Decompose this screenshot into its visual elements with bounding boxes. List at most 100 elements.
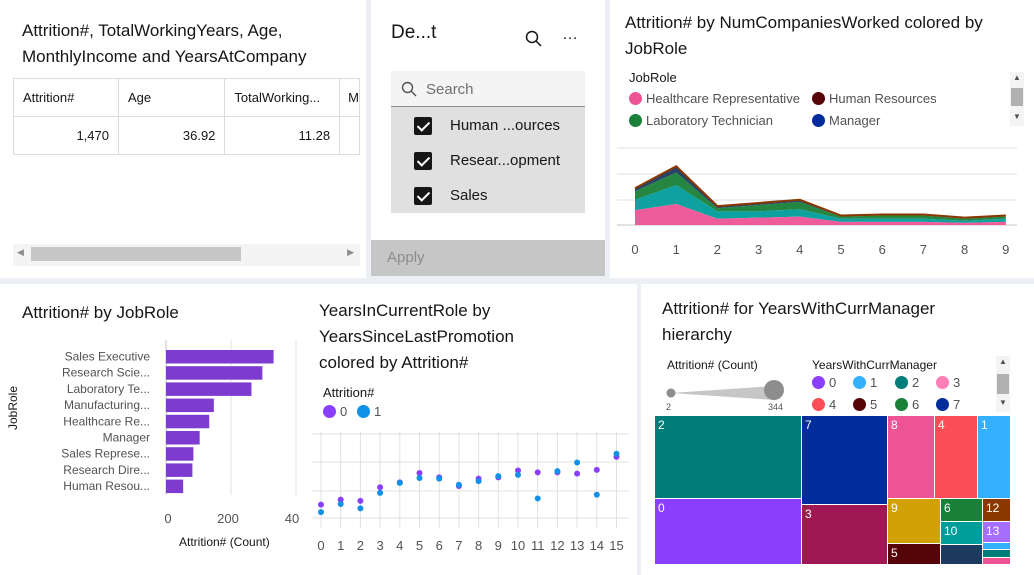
treemap-tile-label: 9 [891,501,898,515]
bar-chart-title: Attrition# by JobRole [22,303,179,322]
scroll-right-icon[interactable]: ▶ [347,247,354,258]
checkbox-research[interactable] [414,152,432,170]
scatter-point [534,469,541,476]
filter-search-box[interactable]: Search [391,71,585,107]
scroll-down-icon[interactable]: ▼ [999,398,1007,407]
scatter-point [495,473,502,480]
treemap-tile-3[interactable]: 3 [802,505,887,564]
legend-scrollbar[interactable]: ▲ ▼ [1010,72,1024,126]
scroll-up-icon[interactable]: ▲ [1013,73,1021,82]
bar-chart: Sales Executive Research Scie... Laborator… [61,340,297,495]
bar-category-label: Human Resou... [63,479,150,493]
table-horizontal-scrollbar[interactable]: ◀ ▶ [13,244,360,266]
filter-item-research[interactable]: Resear...opment [450,152,560,169]
bar-category-label: Manufacturing... [64,398,150,412]
treemap-tile-1[interactable]: 1 [978,416,1010,498]
legend-manager-years-3[interactable]: 3 [936,375,960,390]
scatter-point [475,478,482,485]
scatter-point [613,450,620,457]
treemap-tile-2[interactable]: 2 [655,416,801,498]
col-monthly[interactable]: M [339,78,360,117]
scroll-down-icon[interactable]: ▼ [1013,112,1021,121]
treemap-tile-8[interactable]: 8 [888,416,934,498]
filter-item-sales[interactable]: Sales [450,187,488,204]
scroll-up-icon[interactable]: ▲ [999,357,1007,366]
bar [166,414,210,429]
area-x-tick: 2 [713,242,721,257]
scatter-point [593,466,600,473]
treemap-tile-12[interactable]: 12 [983,499,1010,521]
treemap-tile-label: 2 [658,418,665,432]
bar-category-label: Laboratory Te... [67,382,150,396]
col-total-working[interactable]: TotalWorking... [224,78,341,117]
filter-item-human-resources[interactable]: Human ...ources [450,117,560,134]
scatter-point [377,484,384,491]
treemap-tile-other[interactable] [983,543,1010,549]
cell-attrition: 1,470 [13,116,119,155]
area-x-tick: 4 [796,242,804,257]
size-legend-min: 2 [666,402,672,412]
legend-label: 1 [374,404,382,419]
legend-dot [812,398,825,411]
scrollbar-thumb[interactable] [997,374,1009,394]
legend-human-resources[interactable]: Human Resources [812,91,937,106]
treemap-tile-9[interactable]: 9 [888,499,940,543]
legend-lab-tech[interactable]: Laboratory Technician [629,113,773,128]
search-icon[interactable] [525,30,543,48]
checkbox-sales[interactable] [414,187,432,205]
area-chart [617,147,1017,226]
cell-total-working: 11.28 [224,116,341,155]
legend-manager-years-6[interactable]: 6 [895,397,919,412]
legend-manager-years-2[interactable]: 2 [895,375,919,390]
treemap-tile-label: 12 [986,501,1000,515]
treemap-tile-10[interactable]: 10 [941,522,982,544]
treemap-tile-other[interactable] [983,550,1010,557]
scatter-point [377,489,384,496]
treemap-tile-other[interactable] [941,545,982,564]
col-attrition[interactable]: Attrition# [13,78,119,117]
treemap-tile-label: 13 [986,524,1000,538]
legend-manager-years-4[interactable]: 4 [812,397,836,412]
legend-label: Human Resources [829,91,937,106]
scrollbar-thumb[interactable] [1011,88,1023,106]
scrollbar-thumb[interactable] [31,247,241,261]
legend-manager-years-7[interactable]: 7 [936,397,960,412]
treemap-tile-label: 1 [981,418,988,432]
legend-attrition-1[interactable]: 1 [357,404,381,419]
treemap-tile-13[interactable]: 13 [983,522,1010,542]
size-legend-title: Attrition# (Count) [667,358,758,372]
scroll-left-icon[interactable]: ◀ [17,247,24,258]
legend-dot [629,114,642,127]
treemap-tile-5[interactable]: 5 [888,544,940,564]
legend-manager-years-1[interactable]: 1 [853,375,877,390]
legend-manager-years-0[interactable]: 0 [812,375,836,390]
table-title: Attrition#, TotalWorkingYears, Age, Mont… [22,21,307,66]
treemap-tile-label: 8 [891,418,898,432]
legend-manager[interactable]: Manager [812,113,880,128]
table-row: 1,470 36.92 11.28 [13,116,360,155]
treemap-tile-7[interactable]: 7 [802,416,887,504]
checkbox-human-resources[interactable] [414,117,432,135]
bar [166,382,252,396]
treemap-tile-other[interactable] [983,558,1010,564]
treemap-tile-4[interactable]: 4 [935,416,977,498]
scatter-chart [312,432,629,528]
col-age[interactable]: Age [117,78,226,117]
area-x-tick: 8 [960,242,969,257]
legend-healthcare[interactable]: Healthcare Representative [629,91,800,106]
treemap-tile-label: 4 [938,418,945,432]
scatter-point [593,491,600,498]
treemap-tile-6[interactable]: 6 [941,499,982,521]
treemap-legend-scrollbar[interactable]: ▲ ▼ [996,356,1010,412]
legend-manager-years-5[interactable]: 5 [853,397,877,412]
treemap-tile-0[interactable]: 0 [655,499,801,564]
summary-table: Attrition# Age TotalWorking... M 1,470 3… [13,78,360,155]
overflow-menu-icon[interactable]: … [562,26,578,44]
legend-label: Manager [829,113,881,128]
scatter-point [554,468,561,475]
legend-label: 0 [829,375,837,390]
filter-title: De...t [391,22,437,43]
legend-attrition-0[interactable]: 0 [323,404,347,419]
apply-button[interactable]: Apply [371,240,605,276]
bar-x-axis-label: Attrition# (Count) [179,535,270,549]
